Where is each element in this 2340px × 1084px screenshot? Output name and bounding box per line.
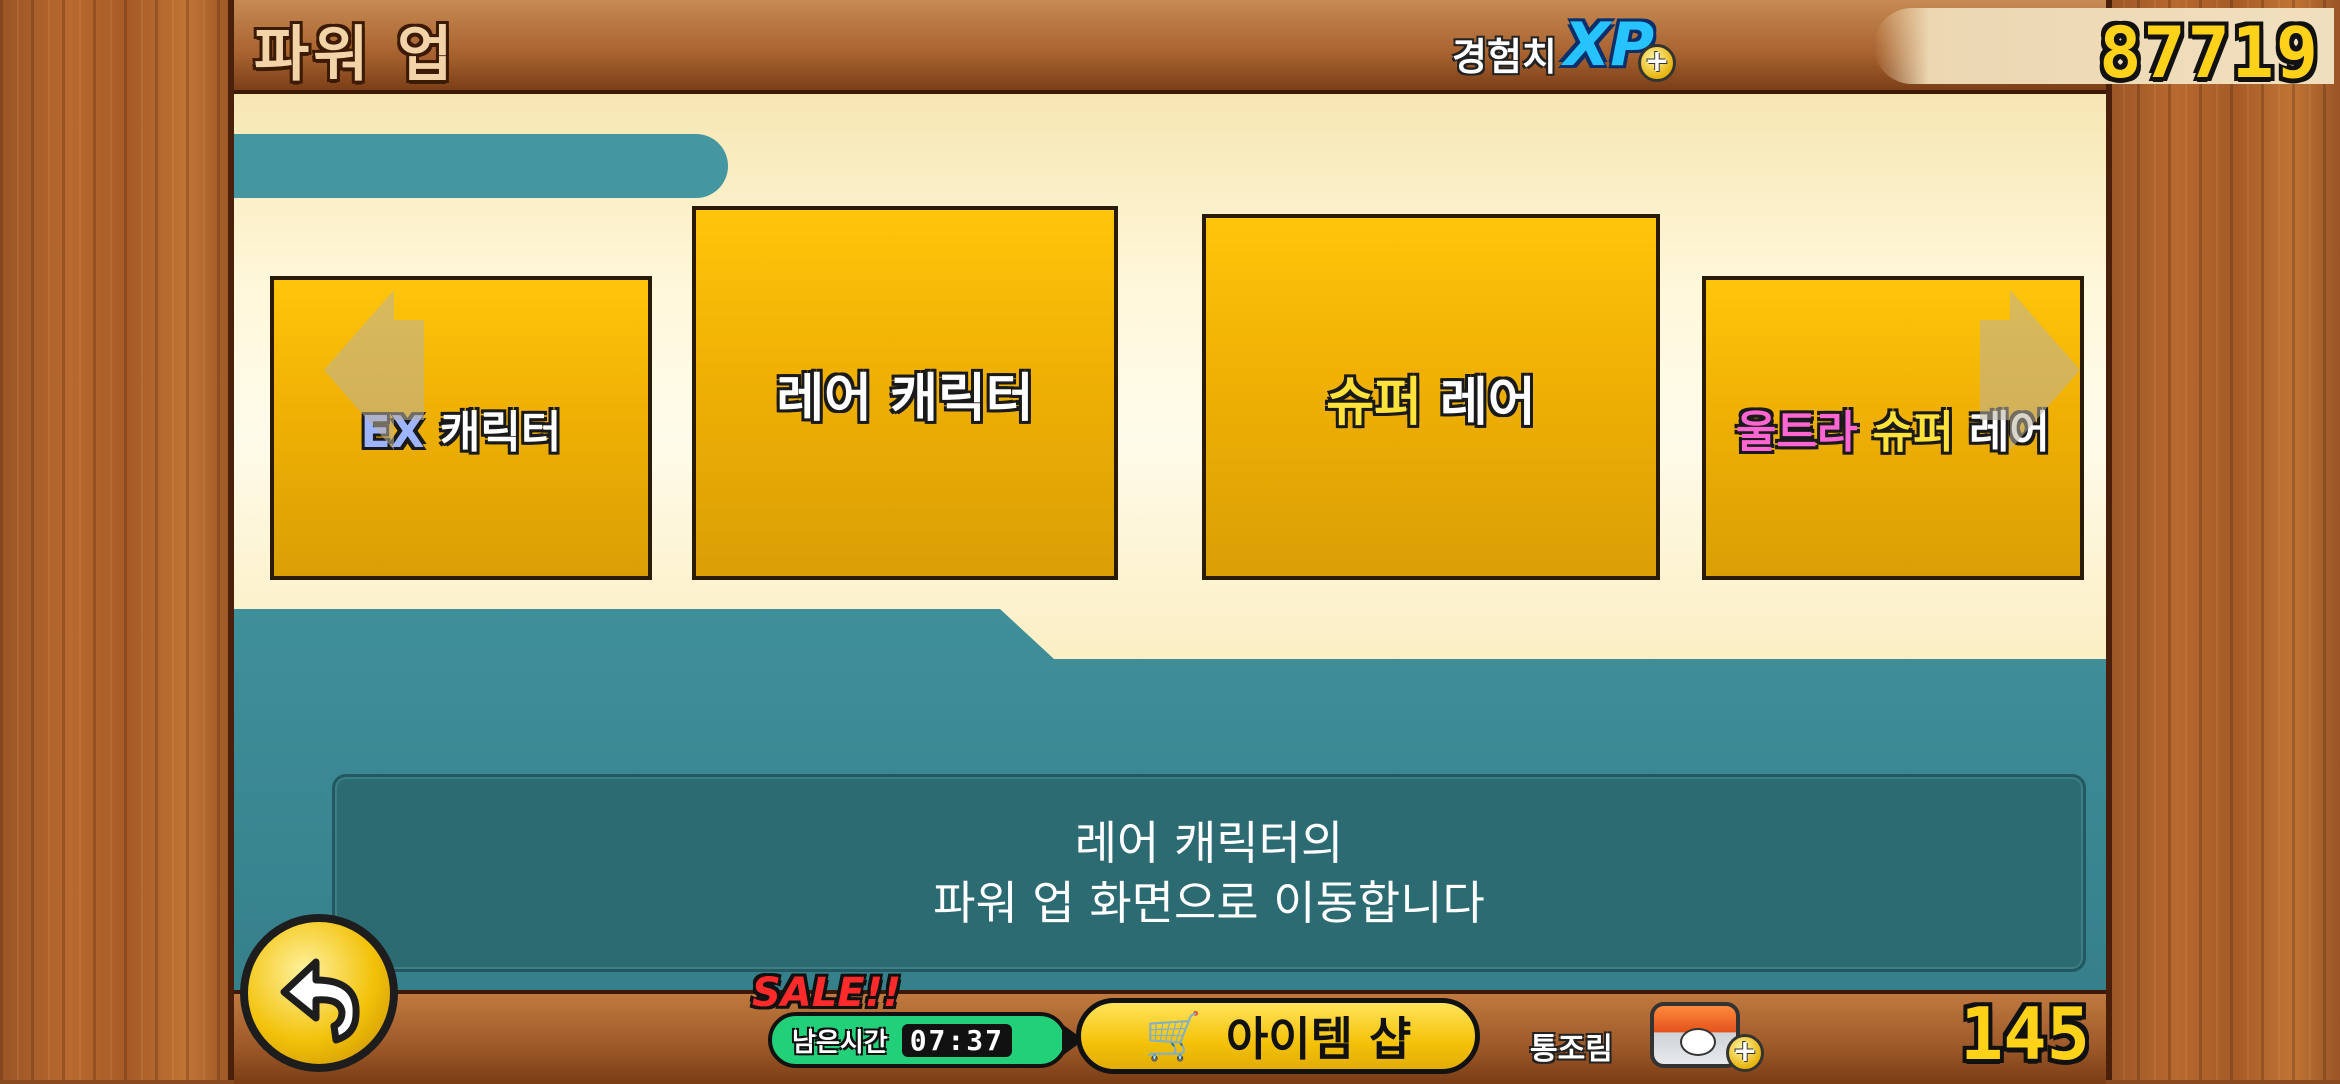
scroll-right-arrow-body <box>1980 320 2010 420</box>
cart-icon: 🛒 <box>1144 1009 1202 1063</box>
timer-label: 남은시간 <box>792 1027 888 1058</box>
card-super-rare-label: 슈퍼 레어 <box>1326 372 1536 433</box>
description-line-1: 레어 캐릭터의 <box>1074 816 1344 870</box>
description-panel: 레어 캐릭터의 파워 업 화면으로 이동합니다 <box>332 774 2086 972</box>
item-shop-label: 아이템 샵 <box>1225 1012 1412 1066</box>
timer-value: 07:37 <box>901 1023 1012 1057</box>
scroll-right-arrow-icon[interactable] <box>2010 290 2080 450</box>
xp-counter: 87719 <box>1874 8 2334 94</box>
wood-frame-right <box>2106 0 2340 1080</box>
sale-badge: SALE!! <box>752 970 902 1016</box>
xp-plus-button[interactable]: + <box>1638 44 1676 82</box>
catfood-value: 145 <box>1959 992 2090 1076</box>
page-title: 파워 업 <box>254 20 457 90</box>
card-rare-label: 레어 캐릭터 <box>776 368 1034 429</box>
back-button[interactable] <box>240 914 398 1072</box>
back-arrow-icon <box>280 958 360 1044</box>
item-shop-button[interactable]: 🛒 아이템 샵 <box>1076 998 1480 1074</box>
wood-frame-left <box>0 0 234 1080</box>
main-content: EX 캐릭터 레어 캐릭터 슈퍼 레어 울트라 슈퍼 레어 레어 캐릭터의 파워… <box>234 94 2106 990</box>
decorative-band <box>234 134 728 198</box>
top-bar: 파워 업 경험치 XP + 87719 <box>234 0 2334 94</box>
xp-value: 87719 <box>2099 12 2320 94</box>
card-rare-character[interactable]: 레어 캐릭터 <box>692 206 1118 580</box>
catfood-label: 통조림 <box>1530 1032 1613 1067</box>
description-line-2: 파워 업 화면으로 이동합니다 <box>933 876 1485 930</box>
xp-label: 경험치 <box>1452 35 1557 79</box>
scroll-left-arrow-icon[interactable] <box>324 290 394 450</box>
sale-timer: 남은시간 07:37 <box>768 1012 1068 1068</box>
catfood-plus-button[interactable]: + <box>1726 1034 1764 1072</box>
card-super-rare[interactable]: 슈퍼 레어 <box>1202 214 1660 580</box>
scroll-left-arrow-body <box>394 320 424 420</box>
